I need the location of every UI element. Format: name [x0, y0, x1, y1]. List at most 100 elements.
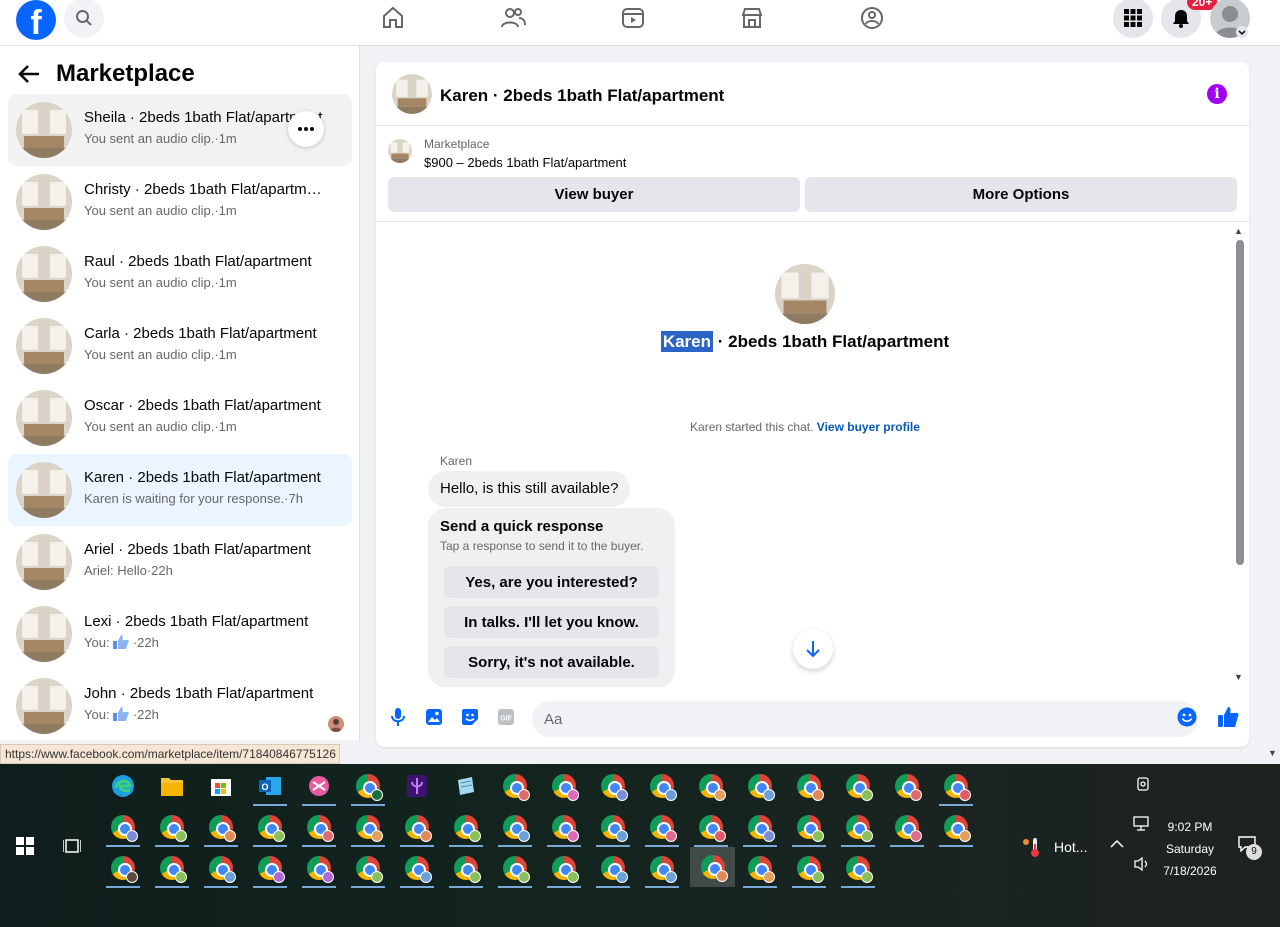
windows-start-icon[interactable]: [16, 837, 34, 860]
conversation-item-lexi[interactable]: Lexi · 2beds 1bath Flat/apartment You: ·…: [8, 598, 352, 670]
conversation-item-sheila[interactable]: Sheila · 2beds 1bath Flat/apartment You …: [8, 94, 352, 166]
back-arrow-icon[interactable]: [18, 64, 40, 84]
chrome-profile-icon[interactable]: [103, 807, 143, 847]
weather-widget[interactable]: Hot...: [1022, 836, 1087, 858]
chrome-profile-icon[interactable]: [887, 807, 927, 847]
chrome-profile-icon[interactable]: [740, 766, 780, 806]
chrome-profile-photo-icon[interactable]: [103, 848, 143, 888]
message-bubble[interactable]: Hello, is this still available?: [428, 471, 631, 507]
info-icon[interactable]: i: [1207, 84, 1227, 104]
camera-tray-icon[interactable]: [1136, 776, 1150, 795]
chrome-profile-icon[interactable]: [201, 848, 241, 888]
friends-icon[interactable]: [499, 4, 527, 32]
chrome-profile-active-icon[interactable]: [690, 847, 735, 887]
chrome-profile-icon[interactable]: [789, 848, 829, 888]
chrome-profile-icon[interactable]: [789, 766, 829, 806]
outlook-icon[interactable]: O: [250, 766, 290, 806]
scroll-up-arrow-icon[interactable]: ▲: [1234, 226, 1243, 236]
edge-icon[interactable]: [103, 766, 143, 806]
chrome-profile-icon[interactable]: [544, 848, 584, 888]
tor-app-icon[interactable]: [397, 766, 437, 806]
chrome-profile-icon[interactable]: [593, 807, 633, 847]
chrome-profile-icon[interactable]: [936, 766, 976, 806]
microphone-icon[interactable]: [388, 707, 408, 727]
message-input[interactable]: [532, 701, 1198, 737]
system-clock[interactable]: 9:02 PM Saturday 7/18/2026: [1160, 816, 1220, 882]
conversation-item-karen[interactable]: Karen · 2beds 1bath Flat/apartment Karen…: [8, 454, 352, 526]
chrome-profile-icon[interactable]: [152, 807, 192, 847]
conversation-item-ariel[interactable]: Ariel · 2beds 1bath Flat/apartment Ariel…: [8, 526, 352, 598]
gif-icon[interactable]: GIF: [496, 707, 516, 727]
chrome-profile-m-icon[interactable]: [348, 766, 388, 806]
marketplace-icon[interactable]: [738, 4, 766, 32]
chrome-profile-icon[interactable]: [642, 807, 682, 847]
chrome-profile-icon[interactable]: [495, 766, 535, 806]
chrome-profile-icon[interactable]: [642, 766, 682, 806]
view-buyer-profile-link[interactable]: View buyer profile: [817, 420, 920, 434]
like-thumbs-up-icon[interactable]: [1216, 705, 1240, 729]
chrome-profile-icon[interactable]: [348, 848, 388, 888]
sticker-icon[interactable]: [460, 707, 480, 727]
scroll-to-bottom-button[interactable]: [793, 629, 833, 669]
chrome-profile-icon[interactable]: [446, 848, 486, 888]
conversation-item-christy[interactable]: Christy · 2beds 1bath Flat/apartment You…: [8, 166, 352, 238]
chrome-profile-icon[interactable]: [250, 848, 290, 888]
listing-thumbnail[interactable]: [392, 74, 432, 114]
home-icon[interactable]: [379, 4, 407, 32]
conversation-item-raul[interactable]: Raul · 2beds 1bath Flat/apartment You se…: [8, 238, 352, 310]
chrome-profile-icon[interactable]: [446, 807, 486, 847]
chrome-profile-icon[interactable]: [544, 807, 584, 847]
chrome-profile-icon[interactable]: [838, 807, 878, 847]
chrome-profile-icon[interactable]: [740, 848, 780, 888]
facebook-logo-icon[interactable]: f: [16, 0, 56, 40]
network-icon[interactable]: [1133, 816, 1151, 835]
emoji-icon[interactable]: [1177, 707, 1197, 727]
chrome-profile-icon[interactable]: [397, 807, 437, 847]
snipping-tool-icon[interactable]: [299, 766, 339, 806]
chrome-profile-icon[interactable]: [887, 766, 927, 806]
page-scrollbar[interactable]: [1266, 46, 1280, 764]
microsoft-store-icon[interactable]: [201, 766, 241, 806]
chrome-profile-icon[interactable]: [495, 807, 535, 847]
quick-response-button[interactable]: In talks. I'll let you know.: [444, 606, 659, 638]
chrome-profile-icon[interactable]: [593, 848, 633, 888]
chrome-profile-icon[interactable]: [348, 807, 388, 847]
chrome-profile-icon[interactable]: [544, 766, 584, 806]
chrome-profile-icon[interactable]: [740, 807, 780, 847]
chrome-profile-icon[interactable]: [495, 848, 535, 888]
chrome-profile-icon[interactable]: [299, 807, 339, 847]
groups-icon[interactable]: [858, 4, 886, 32]
show-hidden-icons-chevron-icon[interactable]: [1110, 836, 1124, 852]
chrome-profile-icon[interactable]: [299, 848, 339, 888]
chrome-profile-icon[interactable]: [250, 807, 290, 847]
watch-video-icon[interactable]: [619, 4, 647, 32]
task-view-icon[interactable]: [62, 837, 82, 860]
volume-icon[interactable]: [1133, 856, 1151, 875]
chrome-profile-icon[interactable]: [936, 807, 976, 847]
notepad-icon[interactable]: [446, 766, 486, 806]
listing-price[interactable]: $900 – 2beds 1bath Flat/apartment: [424, 155, 626, 170]
message-thread[interactable]: Karen · 2beds 1bath Flat/apartment Karen…: [376, 224, 1249, 687]
more-options-button[interactable]: [288, 111, 324, 147]
thread-scrollbar-thumb[interactable]: [1236, 240, 1244, 565]
more-options-button[interactable]: More Options: [805, 177, 1237, 212]
view-buyer-button[interactable]: View buyer: [388, 177, 800, 212]
search-button[interactable]: [64, 0, 104, 38]
quick-response-button[interactable]: Yes, are you interested?: [444, 566, 659, 598]
chrome-profile-icon[interactable]: [642, 848, 682, 888]
quick-response-button[interactable]: Sorry, it's not available.: [444, 646, 659, 678]
conversation-item-oscar[interactable]: Oscar · 2beds 1bath Flat/apartment You s…: [8, 382, 352, 454]
photo-icon[interactable]: [424, 707, 444, 727]
chrome-profile-icon[interactable]: [691, 807, 731, 847]
chrome-profile-icon[interactable]: [838, 848, 878, 888]
chat-title[interactable]: Karen · 2beds 1bath Flat/apartment: [440, 86, 724, 106]
chrome-profile-icon[interactable]: [593, 766, 633, 806]
file-explorer-icon[interactable]: [152, 766, 192, 806]
chrome-profile-icon[interactable]: [201, 807, 241, 847]
conversation-item-carla[interactable]: Carla · 2beds 1bath Flat/apartment You s…: [8, 310, 352, 382]
page-scroll-down-icon[interactable]: ▼: [1268, 748, 1277, 758]
conversation-item-john[interactable]: John · 2beds 1bath Flat/apartment You: ·…: [8, 670, 352, 740]
menu-grid-button[interactable]: [1113, 0, 1153, 38]
chrome-profile-icon[interactable]: [838, 766, 878, 806]
chrome-profile-icon[interactable]: [397, 848, 437, 888]
